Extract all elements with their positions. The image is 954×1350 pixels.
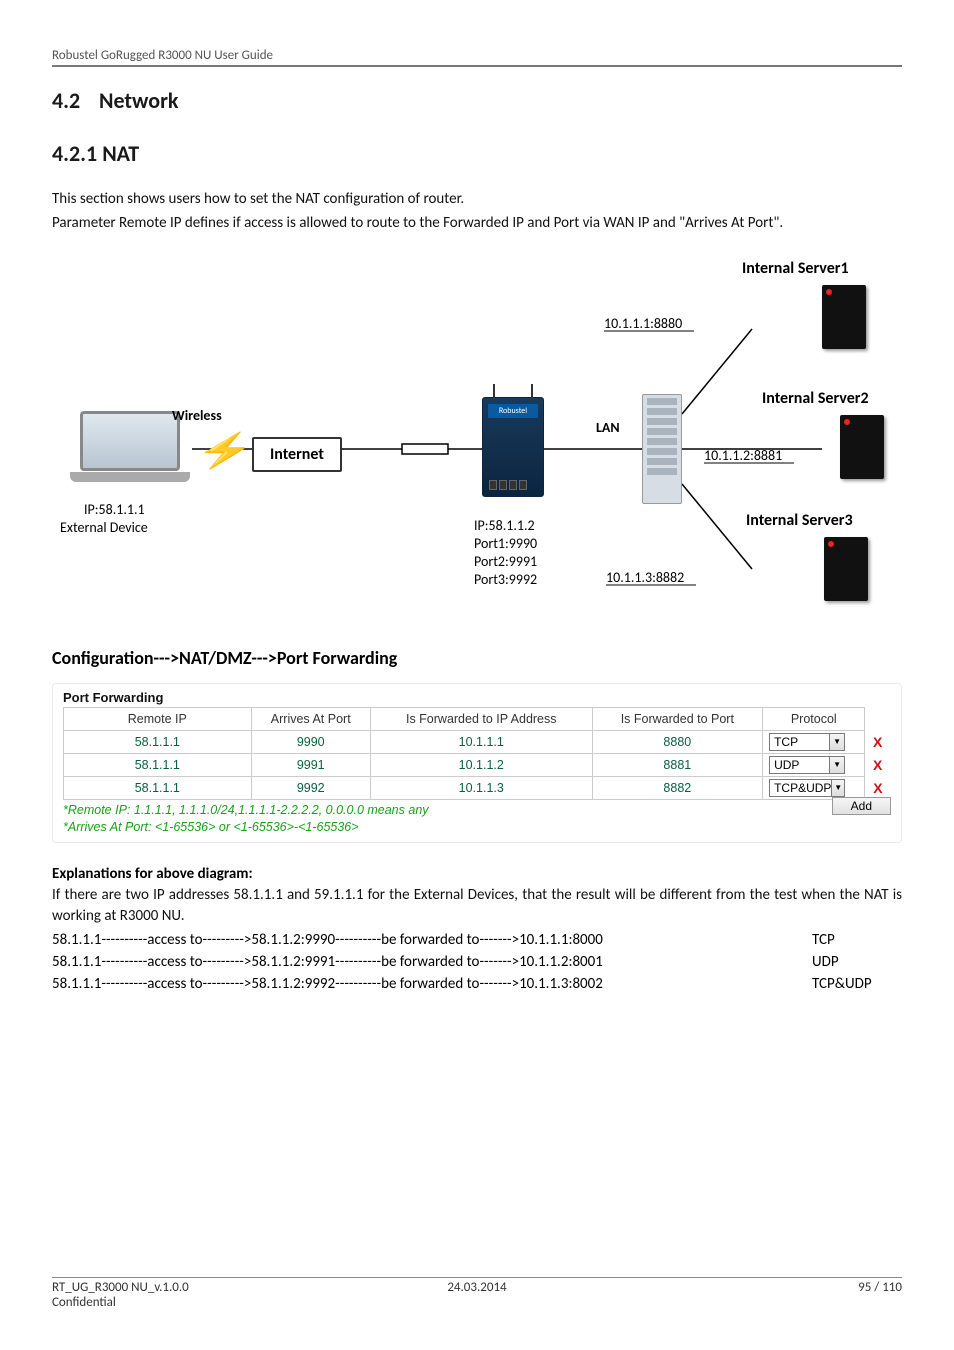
cell-arrives[interactable]: 9992 (251, 776, 370, 799)
col-arrives: Arrives At Port (251, 707, 370, 730)
cell-delete: X (865, 730, 891, 753)
section-heading: 4.2 Network (52, 87, 902, 114)
footer-left: RT_UG_R3000 NU_v.1.0.0 (52, 1280, 335, 1295)
chevron-down-icon: ▼ (829, 757, 844, 773)
mapping-row: 58.1.1.1----------access to--------->58.… (52, 974, 902, 996)
mapping-line: 58.1.1.1----------access to--------->58.… (52, 930, 812, 952)
laptop-ip-label: IP:58.1.1.1 (84, 501, 145, 518)
mapping-proto: UDP (812, 952, 902, 974)
section-title: Network (99, 87, 178, 114)
switch-icon (642, 394, 682, 504)
table-row: 58.1.1.1999110.1.1.28881 UDP▼ X (64, 753, 891, 776)
delete-button[interactable]: X (871, 780, 884, 796)
chevron-down-icon: ▼ (831, 780, 844, 796)
cell-arrives[interactable]: 9991 (251, 753, 370, 776)
delete-button[interactable]: X (871, 757, 884, 773)
col-protocol: Protocol (763, 707, 865, 730)
header-rule (52, 65, 902, 67)
protocol-select[interactable]: TCP▼ (769, 733, 845, 751)
mapping-proto: TCP&UDP (812, 974, 902, 996)
intro-p1: This section shows users how to set the … (52, 189, 902, 211)
explanations-heading: Explanations for above diagram: (52, 865, 902, 883)
cell-fwd-ip[interactable]: 10.1.1.1 (370, 730, 592, 753)
server2-title: Internal Server2 (762, 389, 869, 408)
protocol-select[interactable]: TCP&UDP▼ (769, 779, 845, 797)
cell-remote-ip[interactable]: 58.1.1.1 (64, 776, 252, 799)
port-forwarding-title: Port Forwarding (63, 690, 891, 705)
footer-right: 95 / 110 (619, 1280, 902, 1295)
mapping-row: 58.1.1.1----------access to--------->58.… (52, 952, 902, 974)
cell-remote-ip[interactable]: 58.1.1.1 (64, 730, 252, 753)
cell-fwd-port[interactable]: 8880 (592, 730, 763, 753)
subsection-heading: 4.2.1 NAT (52, 140, 902, 167)
router-port3-label: Port3:9992 (474, 571, 537, 588)
router-port2-label: Port2:9991 (474, 553, 537, 570)
server2-addr: 10.1.1.2:8881 (704, 447, 782, 464)
lightning-icon: ⚡ (196, 431, 255, 472)
server1-icon (822, 285, 866, 349)
mapping-line: 58.1.1.1----------access to--------->58.… (52, 974, 812, 996)
col-remote-ip: Remote IP (64, 707, 252, 730)
mapping-line: 58.1.1.1----------access to--------->58.… (52, 952, 812, 974)
port-forwarding-table: Remote IP Arrives At Port Is Forwarded t… (63, 707, 891, 800)
cell-delete: X (865, 753, 891, 776)
footer-center: 24.03.2014 (335, 1280, 618, 1295)
subsection-number: 4.2.1 (52, 140, 97, 167)
server3-title: Internal Server3 (746, 511, 853, 530)
cell-arrives[interactable]: 9990 (251, 730, 370, 753)
port-forwarding-panel: Port Forwarding Remote IP Arrives At Por… (52, 683, 902, 843)
server1-addr: 10.1.1.1:8880 (604, 315, 682, 332)
wireless-label: Wireless (172, 407, 222, 424)
chevron-down-icon: ▼ (829, 734, 844, 750)
cell-remote-ip[interactable]: 58.1.1.1 (64, 753, 252, 776)
cell-fwd-ip[interactable]: 10.1.1.2 (370, 753, 592, 776)
explanations-paragraph: If there are two IP addresses 58.1.1.1 a… (52, 885, 902, 929)
pf-note-arrives: *Arrives At Port: <1-65536> or <1-65536>… (63, 820, 891, 834)
internet-label: Internet (252, 437, 342, 472)
subsection-title: NAT (102, 140, 139, 167)
intro-p2: Parameter Remote IP defines if access is… (52, 213, 902, 235)
cell-protocol: TCP▼ (763, 730, 865, 753)
cell-fwd-port[interactable]: 8881 (592, 753, 763, 776)
delete-button[interactable]: X (871, 734, 884, 750)
config-path-heading: Configuration--->NAT/DMZ--->Port Forward… (52, 647, 902, 669)
col-fwd-ip: Is Forwarded to IP Address (370, 707, 592, 730)
section-number: 4.2 (52, 87, 94, 114)
cell-fwd-ip[interactable]: 10.1.1.3 (370, 776, 592, 799)
protocol-select[interactable]: UDP▼ (769, 756, 845, 774)
server1-title: Internal Server1 (742, 259, 849, 278)
server3-icon (824, 537, 868, 601)
server2-icon (840, 415, 884, 479)
cell-fwd-port[interactable]: 8882 (592, 776, 763, 799)
cell-protocol: UDP▼ (763, 753, 865, 776)
page-header: Robustel GoRugged R3000 NU User Guide (52, 48, 902, 65)
footer-confidential: Confidential (52, 1295, 902, 1310)
router-port1-label: Port1:9990 (474, 535, 537, 552)
lan-label: LAN (596, 419, 620, 436)
router-icon: Robustel (482, 397, 544, 497)
table-row: 58.1.1.1999210.1.1.38882 TCP&UDP▼ X (64, 776, 891, 799)
table-row: 58.1.1.1999010.1.1.18880 TCP▼ X (64, 730, 891, 753)
add-button[interactable]: Add (832, 797, 891, 815)
pf-note-remote-ip: *Remote IP: 1.1.1.1, 1.1.1.0/24,1.1.1.1-… (63, 803, 891, 817)
server3-addr: 10.1.1.3:8882 (606, 569, 684, 586)
network-diagram: IP:58.1.1.1 External Device Wireless ⚡ I… (52, 249, 902, 619)
mapping-proto: TCP (812, 930, 902, 952)
laptop-name-label: External Device (60, 519, 148, 536)
col-fwd-port: Is Forwarded to Port (592, 707, 763, 730)
router-ip-label: IP:58.1.1.2 (474, 517, 535, 534)
mapping-row: 58.1.1.1----------access to--------->58.… (52, 930, 902, 952)
page-footer: RT_UG_R3000 NU_v.1.0.0 24.03.2014 95 / 1… (52, 1277, 902, 1310)
